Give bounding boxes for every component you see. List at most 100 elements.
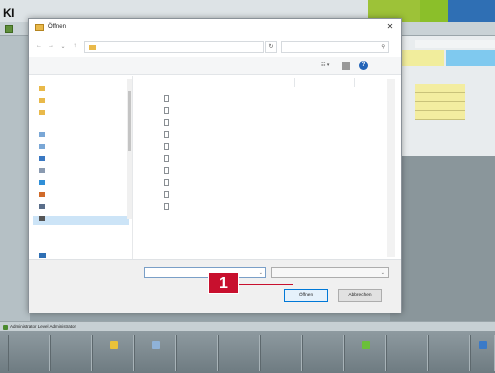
status-light-panel: [420, 0, 448, 22]
navigation-bar: ← → ⌄ ↑ ↻ ⚲: [29, 38, 401, 56]
file-icon: [164, 131, 169, 138]
nav-scrollbar-thumb[interactable]: [128, 91, 131, 151]
nav-item[interactable]: [39, 168, 49, 177]
callout-leader-line: [239, 284, 293, 285]
softkey[interactable]: [92, 335, 134, 371]
folder-icon: [35, 24, 44, 31]
side-row[interactable]: [415, 111, 465, 120]
chevron-down-icon[interactable]: ⌄: [381, 270, 385, 276]
file-icon: [164, 107, 169, 114]
chevron-down-icon[interactable]: ⌄: [259, 270, 263, 276]
address-bar[interactable]: [84, 41, 264, 53]
file-icon: [164, 95, 169, 102]
search-input[interactable]: ⚲: [281, 41, 389, 53]
save-icon: [152, 341, 160, 349]
drive-icon: [39, 216, 45, 222]
desktop-icon: [39, 156, 45, 162]
softkey[interactable]: [260, 335, 302, 371]
download-icon: [39, 180, 45, 186]
softkey[interactable]: [8, 335, 50, 371]
pictures-icon: [39, 144, 45, 150]
status-bar-text: Administrator Level Administrator: [10, 324, 77, 329]
side-tab-b[interactable]: [446, 50, 495, 66]
nav-item[interactable]: [39, 156, 49, 165]
refresh-button[interactable]: ↻: [265, 41, 277, 53]
check-icon: [362, 341, 370, 349]
side-tab-a[interactable]: [400, 50, 444, 66]
side-row[interactable]: [415, 84, 465, 93]
file-icon: [164, 191, 169, 198]
user-icon: [3, 325, 8, 330]
view-options-icon[interactable]: ☷ ▾: [321, 62, 335, 70]
file-icon: [164, 203, 169, 210]
softkey[interactable]: [386, 335, 428, 371]
softkey[interactable]: [302, 335, 344, 371]
navigation-pane: [29, 76, 133, 259]
filename-input[interactable]: ⌄: [144, 267, 266, 278]
file-row[interactable]: [136, 154, 398, 163]
file-icon: [164, 143, 169, 150]
nav-item[interactable]: [39, 86, 49, 95]
file-row[interactable]: [136, 142, 398, 151]
file-open-dialog: Öffnen ✕ ← → ⌄ ↑ ↻ ⚲ ☷ ▾ ? ⌄ ⌄ Öffnen Ab…: [28, 18, 402, 313]
forward-arrow-icon[interactable]: →: [47, 43, 55, 49]
file-row[interactable]: [136, 130, 398, 139]
back-arrow-icon[interactable]: ←: [35, 43, 43, 49]
file-row[interactable]: [136, 190, 398, 199]
softkey[interactable]: [218, 335, 260, 371]
softkey[interactable]: [176, 335, 218, 371]
side-value-list: [415, 84, 465, 120]
cancel-button[interactable]: Abbrechen: [338, 289, 382, 302]
nav-item[interactable]: [39, 144, 49, 153]
side-row[interactable]: [415, 93, 465, 102]
file-row[interactable]: [136, 166, 398, 175]
softkey-bar: [0, 331, 495, 373]
file-row[interactable]: [136, 178, 398, 187]
computer-icon: [39, 132, 45, 138]
nav-item[interactable]: [39, 180, 49, 189]
nav-item[interactable]: [39, 132, 49, 141]
side-panel-header: [415, 40, 495, 48]
file-row[interactable]: [136, 106, 398, 115]
app-left-pane: [0, 36, 30, 321]
up-arrow-icon[interactable]: ↑: [71, 43, 79, 49]
preview-pane-icon[interactable]: [342, 62, 350, 70]
command-bar: ☷ ▾ ?: [29, 57, 401, 75]
nav-item-network[interactable]: [39, 253, 50, 259]
file-row[interactable]: [136, 202, 398, 211]
nav-item[interactable]: [39, 98, 49, 107]
file-row[interactable]: [136, 94, 398, 103]
softkey[interactable]: [428, 335, 470, 371]
file-type-filter[interactable]: ⌄: [271, 267, 389, 278]
column-separator[interactable]: [354, 78, 355, 87]
file-icon: [164, 179, 169, 186]
folder-icon: [110, 341, 118, 349]
music-icon: [39, 192, 45, 198]
nav-item[interactable]: [39, 110, 49, 119]
help-button[interactable]: ?: [359, 61, 368, 70]
toolbar-icon[interactable]: [5, 25, 13, 33]
folder-icon: [39, 110, 45, 116]
nav-item[interactable]: [39, 192, 49, 201]
search-icon: ⚲: [381, 44, 385, 50]
file-row[interactable]: [136, 118, 398, 127]
column-separator[interactable]: [294, 78, 295, 87]
chevron-down-icon[interactable]: ⌄: [59, 43, 67, 50]
arrow-icon: [479, 341, 487, 349]
softkey[interactable]: [50, 335, 92, 371]
softkey[interactable]: [344, 335, 386, 371]
file-icon: [164, 167, 169, 174]
softkey[interactable]: [470, 335, 495, 371]
nav-item-selected[interactable]: [33, 216, 129, 225]
close-button[interactable]: ✕: [385, 22, 395, 32]
dialog-titlebar[interactable]: Öffnen ✕: [29, 19, 401, 37]
file-list-scrollbar[interactable]: [387, 79, 395, 257]
documents-icon: [39, 168, 45, 174]
softkey[interactable]: [134, 335, 176, 371]
dialog-title: Öffnen: [48, 24, 66, 30]
open-button[interactable]: Öffnen: [284, 289, 328, 302]
side-row[interactable]: [415, 102, 465, 111]
file-list: [136, 76, 401, 259]
nav-item[interactable]: [39, 204, 49, 213]
callout-badge: 1: [208, 272, 239, 294]
